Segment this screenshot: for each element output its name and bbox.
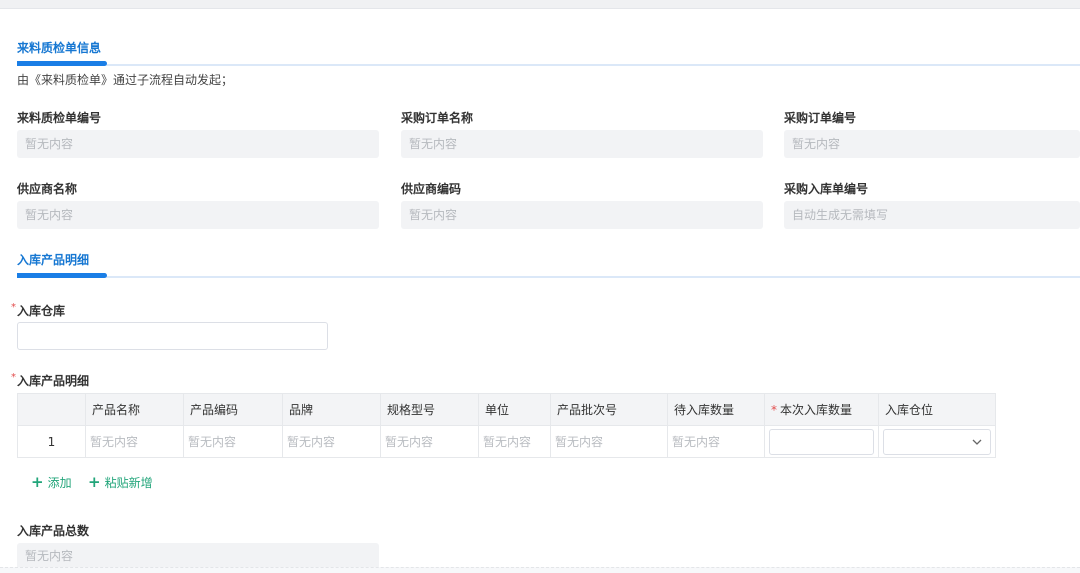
section-accent-bar [17,61,107,66]
cell-batch-no: 暂无内容 [550,425,668,458]
cell-spec: 暂无内容 [380,425,479,458]
warehouse-input[interactable] [17,322,328,350]
product-detail-label-text: 入库产品明细 [17,374,90,388]
cell-this-qty [764,425,879,458]
section-divider [17,276,1080,278]
field-supplier-code: 暂无内容 [401,201,763,229]
col-header-text: 产品名称 [92,403,141,417]
col-header-this-qty: * 本次入库数量 [764,393,879,426]
col-header-text: 本次入库数量 [780,403,853,417]
product-detail-table: 产品名称 产品编码 品牌 规格型号 单位 产品批次号 待入库数量 * 本次入库数量… [17,393,996,458]
this-qty-input[interactable] [769,428,874,455]
field-label-po-name: 采购订单名称 [401,111,474,125]
field-po-name: 暂无内容 [401,130,763,158]
required-mark: * [771,403,777,417]
section-note: 由《来料质检单》通过子流程自动发起； [17,73,234,87]
cell-location [878,425,996,458]
field-label-supplier-code: 供应商编码 [401,182,462,196]
col-header-location: 入库仓位 [878,393,996,426]
table-header-row: 产品名称 产品编码 品牌 规格型号 单位 产品批次号 待入库数量 * 本次入库数量… [17,393,996,426]
col-header-spec: 规格型号 [380,393,479,426]
plus-icon: + [31,473,44,491]
field-label-receipt-no: 采购入库单编号 [784,182,869,196]
plus-icon: + [88,473,101,491]
top-toolbar-strip [0,0,1080,9]
cell-product-name: 暂无内容 [85,425,184,458]
col-header-index [17,393,86,426]
section-title-product-detail: 入库产品明细 [17,253,90,267]
field-receipt-no: 自动生成无需填写 [784,201,1080,229]
add-row-label: 添加 [47,476,72,490]
field-po-no: 暂无内容 [784,130,1080,158]
section-accent-bar [17,273,107,278]
field-label-supplier-name: 供应商名称 [17,182,78,196]
paste-add-button[interactable]: + 粘贴新增 [88,473,153,491]
section-divider [17,64,1080,66]
location-select[interactable] [883,428,991,455]
field-label-product-detail: *入库产品明细 [11,372,89,389]
cell-brand: 暂无内容 [282,425,381,458]
section-title-inspection: 来料质检单信息 [17,41,102,55]
col-header-pending-qty: 待入库数量 [667,393,765,426]
field-label-inspection-no: 来料质检单编号 [17,111,102,125]
row-index: 1 [17,425,86,458]
required-mark: * [11,372,16,383]
field-supplier-name: 暂无内容 [17,201,379,229]
col-header-product-code: 产品编码 [183,393,283,426]
bottom-divider [0,567,1080,573]
field-inspection-no: 暂无内容 [17,130,379,158]
col-header-brand: 品牌 [282,393,381,426]
field-label-total: 入库产品总数 [17,524,90,538]
required-mark: * [11,302,16,313]
field-label-po-no: 采购订单编号 [784,111,857,125]
chevron-down-icon [972,433,982,454]
cell-unit: 暂无内容 [478,425,551,458]
cell-pending-qty: 暂无内容 [667,425,765,458]
field-label-warehouse: *入库仓库 [11,302,65,319]
add-row-button[interactable]: + 添加 [31,473,72,491]
col-header-product-name: 产品名称 [85,393,184,426]
col-header-batch-no: 产品批次号 [550,393,668,426]
table-row: 1 暂无内容 暂无内容 暂无内容 暂无内容 暂无内容 暂无内容 暂无内容 [17,425,996,458]
cell-product-code: 暂无内容 [183,425,283,458]
paste-add-label: 粘贴新增 [104,476,153,490]
field-total: 暂无内容 [17,543,379,569]
col-header-unit: 单位 [478,393,551,426]
warehouse-label-text: 入库仓库 [17,304,66,318]
